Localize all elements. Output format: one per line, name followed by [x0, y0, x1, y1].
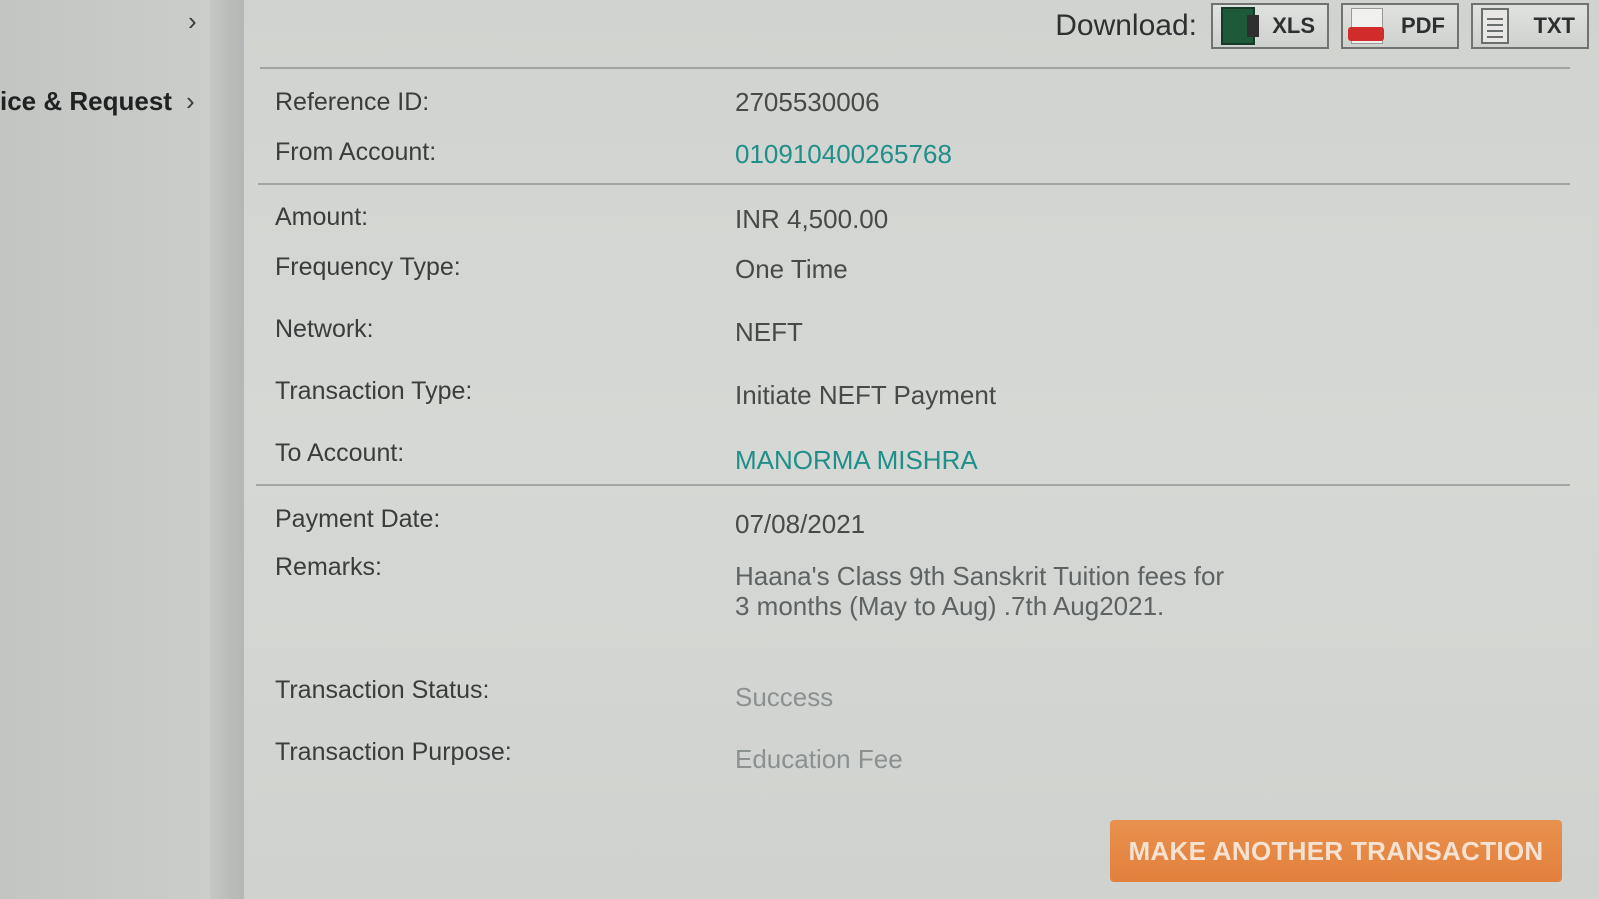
remarks-value: Haana's Class 9th Sanskrit Tuition fees …	[735, 561, 1225, 621]
to-account-value[interactable]: MANORMA MISHRA	[735, 445, 978, 476]
network-label: Network:	[275, 315, 374, 343]
amount-value: INR 4,500.00	[735, 204, 889, 234]
download-label: Download:	[1055, 9, 1197, 42]
chevron-right-icon[interactable]: ›	[186, 88, 195, 114]
amount-label: Amount:	[275, 203, 369, 231]
transaction-type-label: Transaction Type:	[275, 377, 473, 405]
reference-id-value: 2705530006	[735, 87, 880, 117]
reference-id-label: Reference ID:	[275, 88, 430, 116]
panel-divider	[210, 0, 244, 899]
download-txt-button[interactable]: TXT	[1471, 3, 1589, 49]
sidebar-item-service-request[interactable]: ice & Request	[0, 86, 172, 117]
download-xls-button[interactable]: XLS	[1211, 3, 1329, 49]
frequency-type-value: One Time	[735, 254, 848, 284]
download-xls-label: XLS	[1272, 13, 1315, 38]
pdf-file-icon	[1348, 8, 1384, 44]
section-divider	[258, 183, 1570, 185]
transaction-purpose-value: Education Fee	[735, 744, 903, 774]
make-another-transaction-button[interactable]: MAKE ANOTHER TRANSACTION	[1110, 820, 1562, 882]
chevron-right-icon[interactable]: ›	[188, 8, 197, 34]
payment-date-label: Payment Date:	[275, 505, 441, 533]
payment-date-value: 07/08/2021	[735, 509, 866, 539]
section-divider	[260, 67, 1570, 69]
download-txt-label: TXT	[1533, 13, 1575, 38]
transaction-status-value: Success	[735, 682, 834, 712]
remarks-label: Remarks:	[275, 553, 382, 581]
excel-file-icon	[1221, 7, 1259, 45]
network-value: NEFT	[735, 317, 803, 347]
section-divider	[256, 484, 1570, 486]
download-toolbar: Download: XLS PDF TXT	[1055, 0, 1589, 52]
from-account-value[interactable]: 010910400265768	[735, 139, 952, 170]
download-pdf-label: PDF	[1401, 13, 1445, 38]
download-pdf-button[interactable]: PDF	[1341, 3, 1459, 49]
to-account-label: To Account:	[275, 439, 405, 467]
frequency-type-label: Frequency Type:	[275, 253, 461, 281]
from-account-label: From Account:	[275, 138, 437, 166]
text-file-icon	[1481, 8, 1509, 44]
transaction-status-label: Transaction Status:	[275, 676, 490, 704]
transaction-purpose-label: Transaction Purpose:	[275, 738, 512, 766]
transaction-type-value: Initiate NEFT Payment	[735, 380, 997, 410]
sidebar: › ice & Request ›	[0, 0, 210, 899]
